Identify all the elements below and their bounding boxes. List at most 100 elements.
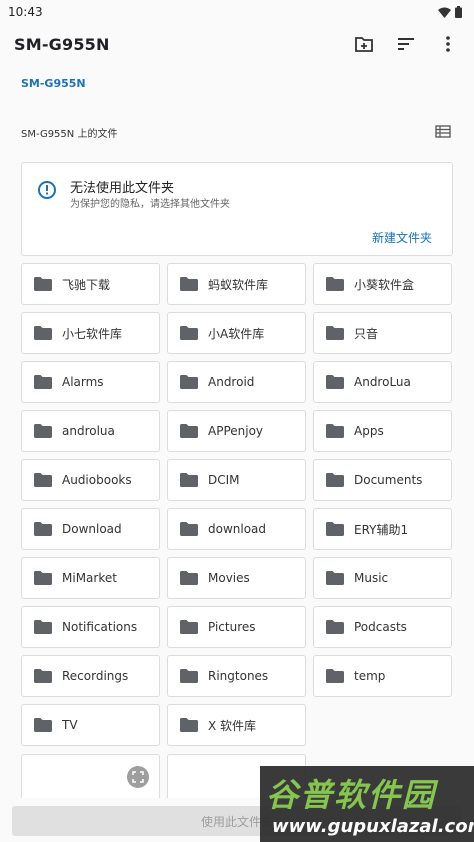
folder-tile[interactable]: temp	[313, 655, 452, 697]
folder-tile[interactable]: 小A软件库	[167, 312, 306, 354]
folder-tile[interactable]: Documents	[313, 459, 452, 501]
folder-tile[interactable]: 小七软件库	[21, 312, 160, 354]
folder-icon	[180, 326, 198, 340]
watermark-logo: 谷普软件园	[266, 776, 437, 814]
folder-tile[interactable]: androlua	[21, 410, 160, 452]
folder-icon	[34, 473, 52, 487]
folder-icon	[326, 669, 344, 683]
expand-preview-icon[interactable]	[127, 766, 149, 788]
folder-name: 蚂蚁软件库	[208, 277, 269, 292]
folder-tile[interactable]: DCIM	[167, 459, 306, 501]
folder-tile[interactable]: Ringtones	[167, 655, 306, 697]
folder-name: Ringtones	[208, 669, 269, 683]
folder-name: 只音	[354, 326, 379, 341]
folder-name: 小A软件库	[208, 326, 265, 341]
folder-icon	[34, 375, 52, 389]
folder-tile[interactable]: MiMarket	[21, 557, 160, 599]
folder-name: AndroLua	[354, 375, 411, 389]
wifi-icon	[438, 7, 451, 18]
list-view-icon[interactable]	[435, 123, 451, 142]
folder-name: Android	[208, 375, 255, 389]
folder-tile[interactable]: Recordings	[21, 655, 160, 697]
status-bar: 10:43	[0, 0, 474, 24]
folder-icon	[180, 473, 198, 487]
folder-icon	[180, 669, 198, 683]
folder-name: ERY辅助1	[354, 522, 409, 537]
folder-grid: 飞驰下载 蚂蚁软件库 小葵软件盒小七软件库 小A软件库 只音 Alarms Android A…	[21, 263, 453, 746]
folder-tile[interactable]: X 软件库	[167, 704, 306, 746]
folder-tile[interactable]: Movies	[167, 557, 306, 599]
folder-tile[interactable]: 蚂蚁软件库	[167, 263, 306, 305]
folder-name: 小七软件库	[62, 326, 123, 341]
section-header: SM-G955N 上的文件	[21, 124, 451, 140]
app-toolbar: SM-G955N	[0, 24, 474, 64]
folder-tile[interactable]: 小葵软件盒	[313, 263, 452, 305]
folder-icon	[326, 277, 344, 291]
folder-icon	[326, 522, 344, 536]
folder-tile[interactable]: Audiobooks	[21, 459, 160, 501]
folder-name: MiMarket	[62, 571, 117, 585]
folder-icon	[326, 620, 344, 634]
breadcrumb-root[interactable]: SM-G955N	[21, 77, 86, 90]
folder-icon	[180, 424, 198, 438]
folder-tile[interactable]: AndroLua	[313, 361, 452, 403]
folder-name: APPenjoy	[208, 424, 264, 438]
watermark-url: www.gupuxlazal.com	[272, 816, 474, 837]
folder-icon	[180, 375, 198, 389]
folder-icon	[180, 522, 198, 536]
folder-name: Notifications	[62, 620, 138, 634]
folder-tile[interactable]: Music	[313, 557, 452, 599]
folder-icon	[34, 620, 52, 634]
warning-subtitle: 为保护您的隐私，请选择其他文件夹	[70, 199, 230, 210]
folder-name: Audiobooks	[62, 473, 132, 487]
folder-tile[interactable]: Pictures	[167, 606, 306, 648]
status-time: 10:43	[8, 5, 43, 19]
folder-name: download	[208, 522, 267, 536]
folder-icon	[34, 571, 52, 585]
folder-tile[interactable]: APPenjoy	[167, 410, 306, 452]
folder-tile[interactable]: Android	[167, 361, 306, 403]
folder-name: TV	[62, 718, 78, 732]
folder-icon	[326, 326, 344, 340]
folder-name: DCIM	[208, 473, 240, 487]
new-folder-icon[interactable]	[350, 30, 378, 58]
folder-icon	[180, 571, 198, 585]
folder-tile[interactable]: download	[167, 508, 306, 550]
folder-name: 小葵软件盒	[354, 277, 415, 292]
folder-tile[interactable]: 只音	[313, 312, 452, 354]
warning-title: 无法使用此文件夹	[70, 181, 175, 196]
status-icons	[438, 6, 462, 18]
folder-tile[interactable]: Podcasts	[313, 606, 452, 648]
folder-tile[interactable]: Notifications	[21, 606, 160, 648]
battery-icon	[455, 6, 462, 18]
folder-name: temp	[354, 669, 386, 683]
folder-icon	[34, 277, 52, 291]
toolbar-title: SM-G955N	[14, 34, 110, 54]
file-tile[interactable]	[21, 754, 160, 804]
folder-name: Podcasts	[354, 620, 407, 634]
folder-icon	[34, 326, 52, 340]
folder-icon	[180, 718, 198, 732]
folder-tile[interactable]: 飞驰下载	[21, 263, 160, 305]
folder-tile[interactable]: Download	[21, 508, 160, 550]
more-options-icon[interactable]	[434, 30, 462, 58]
folder-tile[interactable]: Apps	[313, 410, 452, 452]
info-icon	[37, 180, 57, 204]
folder-tile[interactable]: ERY辅助1	[313, 508, 452, 550]
folder-name: androlua	[62, 424, 115, 438]
folder-icon	[34, 424, 52, 438]
folder-tile[interactable]: Alarms	[21, 361, 160, 403]
create-new-folder-button[interactable]: 新建文件夹	[372, 229, 432, 246]
folder-icon	[180, 277, 198, 291]
folder-icon	[326, 375, 344, 389]
folder-name: Download	[62, 522, 122, 536]
section-title: SM-G955N 上的文件	[21, 128, 118, 140]
sort-icon[interactable]	[392, 30, 420, 58]
folder-icon	[326, 571, 344, 585]
folder-tile[interactable]: TV	[21, 704, 160, 746]
folder-icon	[34, 718, 52, 732]
folder-name: Apps	[354, 424, 384, 438]
folder-icon	[326, 424, 344, 438]
folder-icon	[180, 620, 198, 634]
folder-icon	[34, 669, 52, 683]
